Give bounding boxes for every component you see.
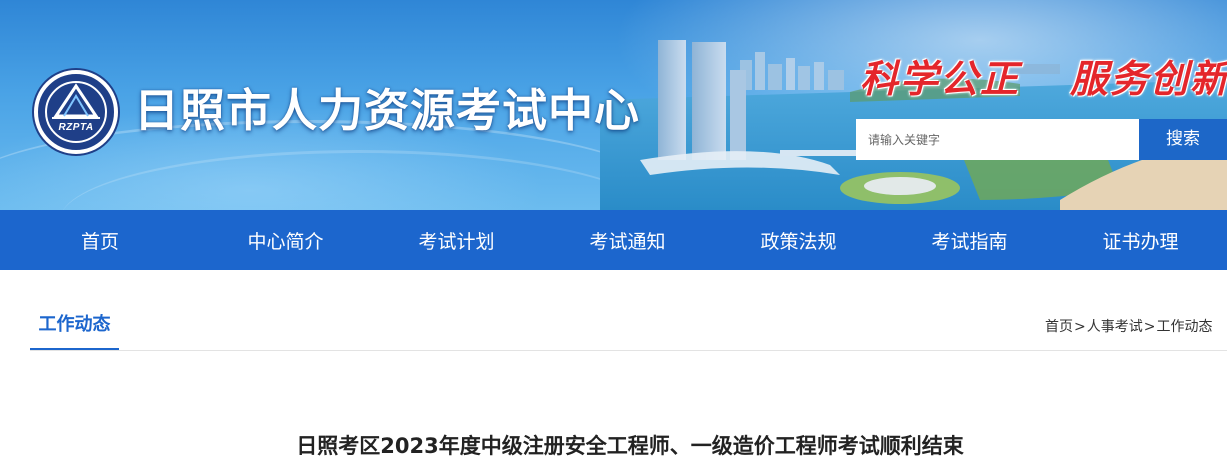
breadcrumb-link-personnel-exam[interactable]: 人事考试 <box>1087 319 1143 335</box>
banner-cityscape-image <box>600 40 1227 210</box>
logo-emblem-icon <box>45 81 107 143</box>
slogan-text: 服务创新 <box>1070 56 1227 101</box>
search-input[interactable] <box>856 119 1139 160</box>
breadcrumb-separator: > <box>1143 319 1156 335</box>
nav-item-policy[interactable]: 政策法规 <box>713 210 884 270</box>
nav-item-about[interactable]: 中心简介 <box>200 210 371 270</box>
site-title: 日照市人力资源考试中心 <box>134 84 641 137</box>
nav-item-exam-notice[interactable]: 考试通知 <box>542 210 713 270</box>
slogan-text: 科学公正 <box>860 56 1021 101</box>
section-title-tab[interactable]: 工作动态 <box>30 309 119 351</box>
site-logo[interactable]: RZPTA <box>34 70 118 154</box>
main-nav: 首页 中心简介 考试计划 考试通知 政策法规 考试指南 证书办理 <box>0 210 1227 270</box>
logo-abbreviation: RZPTA <box>58 122 94 133</box>
breadcrumb: 首页>人事考试>工作动态 <box>1045 316 1212 336</box>
nav-item-certificate[interactable]: 证书办理 <box>1055 210 1226 270</box>
search-button[interactable]: 搜索 <box>1139 119 1227 160</box>
header-banner: RZPTA 日照市人力资源考试中心 科学公正 服务创新 搜索 <box>0 0 1227 210</box>
breadcrumb-separator: > <box>1074 319 1086 335</box>
nav-item-exam-guide[interactable]: 考试指南 <box>884 210 1055 270</box>
section-divider <box>30 350 1227 351</box>
breadcrumb-link-home[interactable]: 首页 <box>1045 319 1073 335</box>
article-title: 日照考区2023年度中级注册安全工程师、一级造价工程师考试顺利结束 <box>296 434 964 458</box>
nav-item-home[interactable]: 首页 <box>0 210 200 270</box>
nav-item-exam-plan[interactable]: 考试计划 <box>371 210 542 270</box>
breadcrumb-link-work-news[interactable]: 工作动态 <box>1156 319 1212 335</box>
